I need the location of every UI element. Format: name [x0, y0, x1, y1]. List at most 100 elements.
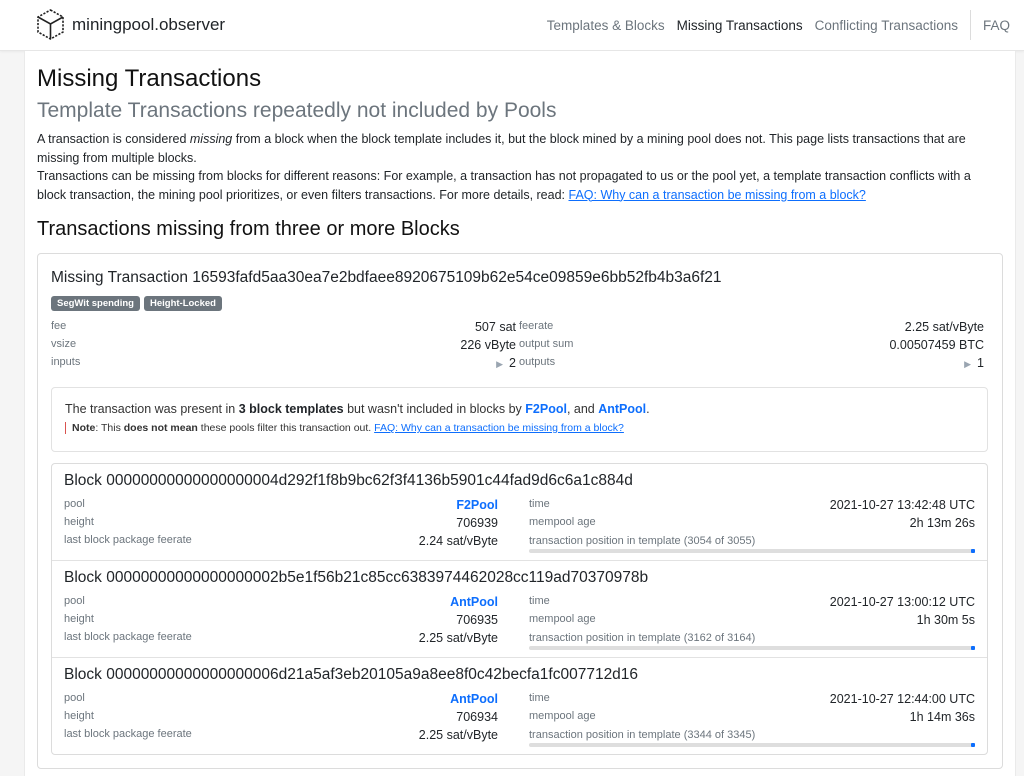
height-label: height	[64, 516, 94, 528]
badge-list: SegWit spending Height-Locked	[51, 296, 222, 311]
transaction-card: Missing Transaction 16593fafd5aa30ea7e2b…	[37, 253, 1003, 769]
block-pkg-feerate: 2.25 sat/vByte	[418, 728, 498, 742]
badge-segwit: SegWit spending	[51, 296, 140, 311]
block-time: 2021-10-27 13:42:48 UTC	[829, 498, 975, 512]
block-time: 2021-10-27 13:00:12 UTC	[829, 595, 975, 609]
transaction-title[interactable]: Missing Transaction 16593fafd5aa30ea7e2b…	[51, 269, 722, 287]
outputs-toggle[interactable]: ▶ 1	[964, 356, 984, 370]
main-content: Missing Transactions Template Transactio…	[24, 51, 1016, 776]
block-pkg-feerate: 2.24 sat/vByte	[418, 534, 498, 548]
block-height: 706935	[456, 613, 498, 627]
notice-summary: The transaction was present in 3 block t…	[65, 402, 650, 416]
nav-conflicting-transactions[interactable]: Conflicting Transactions	[809, 18, 964, 33]
notice-pool-f2pool[interactable]: F2Pool	[525, 402, 567, 416]
block-title[interactable]: Block 00000000000000000002b5e1f56b21c85c…	[64, 569, 648, 587]
feerate-label: feerate	[519, 320, 554, 332]
nav-missing-transactions[interactable]: Missing Transactions	[671, 18, 809, 33]
position-marker	[970, 549, 975, 553]
note-text-a: : This	[95, 422, 124, 434]
mempool-age-label: mempool age	[529, 516, 596, 528]
cube-icon	[37, 9, 64, 40]
block-title[interactable]: Block 00000000000000000006d21a5af3eb2010…	[64, 666, 638, 684]
notice-note: Note: This does not mean these pools fil…	[65, 422, 624, 434]
vsize-value: 226 vByte	[460, 338, 516, 352]
block-height: 706939	[456, 516, 498, 530]
inputs-value: 2	[509, 356, 516, 370]
page-subtitle: Template Transactions repeatedly not inc…	[37, 99, 557, 122]
nav-faq[interactable]: FAQ	[977, 18, 1024, 33]
position-progress-bar	[529, 549, 975, 553]
inputs-toggle[interactable]: ▶ 2	[496, 356, 516, 370]
intro-paragraph-1: A transaction is considered missing from…	[37, 130, 987, 167]
brand-link[interactable]: miningpool.observer	[36, 8, 225, 41]
note-text-b: these pools filter this transaction out.	[197, 422, 375, 434]
block-mempool-age: 2h 13m 26s	[909, 516, 975, 530]
pool-label: pool	[64, 692, 85, 704]
pool-label: pool	[64, 595, 85, 607]
pkg-feerate-label: last block package feerate	[64, 728, 192, 740]
block-time: 2021-10-27 12:44:00 UTC	[829, 692, 975, 706]
block-item: Block 00000000000000000002b5e1f56b21c85c…	[52, 561, 987, 658]
position-marker	[970, 743, 975, 747]
notice-templates-count: 3 block templates	[238, 402, 344, 416]
brand-name: miningpool.observer	[72, 14, 226, 34]
block-pkg-feerate: 2.25 sat/vByte	[418, 631, 498, 645]
pool-label: pool	[64, 498, 85, 510]
vsize-label: vsize	[51, 338, 77, 350]
position-progress-bar	[529, 646, 975, 650]
block-height: 706934	[456, 710, 498, 724]
section-title: Transactions missing from three or more …	[37, 218, 460, 240]
position-marker	[970, 646, 975, 650]
position-label: transaction position in template (3344 o…	[529, 729, 756, 741]
output-sum-label: output sum	[519, 338, 574, 350]
outputs-value: 1	[977, 356, 984, 370]
pkg-feerate-label: last block package feerate	[64, 534, 192, 546]
block-item: Block 00000000000000000004d292f1f8b9bc62…	[52, 464, 987, 561]
position-progress-bar	[529, 743, 975, 747]
block-item: Block 00000000000000000006d21a5af3eb2010…	[52, 658, 987, 754]
time-label: time	[529, 692, 550, 704]
time-label: time	[529, 498, 550, 510]
notice-text-d: .	[646, 402, 650, 416]
notice-text-b: but wasn't included in blocks by	[343, 402, 526, 416]
missing-notice: The transaction was present in 3 block t…	[51, 387, 988, 452]
intro-1-em: missing	[189, 132, 233, 146]
block-pool-link[interactable]: AntPool	[450, 595, 498, 609]
intro-1a: A transaction is considered	[37, 132, 190, 146]
fee-label: fee	[51, 320, 67, 332]
mempool-age-label: mempool age	[529, 613, 596, 625]
intro-paragraph-2: Transactions can be missing from blocks …	[37, 167, 987, 204]
page-title: Missing Transactions	[37, 65, 262, 92]
position-label: transaction position in template (3054 o…	[529, 535, 756, 547]
notice-pool-antpool[interactable]: AntPool	[598, 402, 646, 416]
time-label: time	[529, 595, 550, 607]
main-nav: Templates & Blocks Missing Transactions …	[541, 0, 1024, 50]
badge-height-locked: Height-Locked	[143, 296, 222, 311]
faq-missing-link[interactable]: FAQ: Why can a transaction be missing fr…	[569, 188, 866, 202]
output-sum-value: 0.00507459 BTC	[889, 338, 984, 352]
nav-divider	[969, 10, 971, 40]
notice-text-c: , and	[566, 402, 599, 416]
nav-templates-blocks[interactable]: Templates & Blocks	[541, 18, 671, 33]
block-mempool-age: 1h 14m 36s	[909, 710, 975, 724]
mempool-age-label: mempool age	[529, 710, 596, 722]
expand-triangle-icon: ▶	[496, 359, 504, 369]
block-mempool-age: 1h 30m 5s	[916, 613, 975, 627]
notice-text-a: The transaction was present in	[65, 402, 239, 416]
navbar: miningpool.observer Templates & Blocks M…	[0, 0, 1024, 51]
note-label: Note	[72, 422, 96, 434]
height-label: height	[64, 613, 94, 625]
height-label: height	[64, 710, 94, 722]
note-faq-link[interactable]: FAQ: Why can a transaction be missing fr…	[374, 422, 624, 434]
expand-triangle-icon: ▶	[964, 359, 972, 369]
fee-value: 507 sat	[474, 320, 516, 334]
block-pool-link[interactable]: F2Pool	[456, 498, 498, 512]
outputs-label: outputs	[519, 356, 556, 368]
pkg-feerate-label: last block package feerate	[64, 631, 192, 643]
block-pool-link[interactable]: AntPool	[450, 692, 498, 706]
note-bold: does not mean	[123, 422, 198, 434]
intro-text: A transaction is considered missing from…	[37, 130, 987, 204]
block-title[interactable]: Block 00000000000000000004d292f1f8b9bc62…	[64, 472, 633, 490]
inputs-label: inputs	[51, 356, 81, 368]
block-list: Block 00000000000000000004d292f1f8b9bc62…	[51, 463, 988, 755]
